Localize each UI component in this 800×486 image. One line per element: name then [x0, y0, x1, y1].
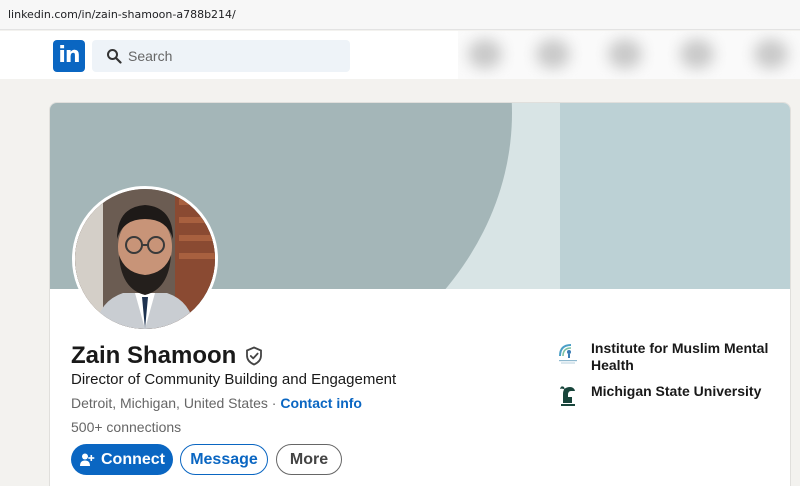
- current-company[interactable]: Institute for Muslim Mental Health: [555, 340, 781, 374]
- search-input[interactable]: [128, 40, 338, 72]
- message-button[interactable]: Message: [180, 444, 268, 475]
- connections-count[interactable]: 500+ connections: [71, 419, 181, 435]
- profile-headline: Director of Community Building and Engag…: [71, 371, 397, 388]
- spartan-helmet-icon: [555, 383, 581, 409]
- name-row: Zain Shamoon: [71, 342, 264, 370]
- institute-logo-icon: [555, 340, 581, 366]
- search-box[interactable]: [92, 40, 350, 72]
- profile-photo: [75, 189, 215, 329]
- verified-shield-icon[interactable]: [244, 346, 264, 366]
- avatar[interactable]: [72, 186, 218, 332]
- blurred-nav-icons: [458, 31, 800, 79]
- school-name: Michigan State University: [591, 383, 762, 399]
- search-icon: [107, 49, 122, 64]
- browser-address-bar[interactable]: linkedin.com/in/zain-shamoon-a788b214/: [0, 0, 800, 30]
- more-label: More: [289, 450, 329, 468]
- company-name: Institute for Muslim Mental Health: [591, 340, 769, 373]
- top-navigation: in: [0, 31, 800, 79]
- linkedin-logo[interactable]: in: [53, 40, 85, 72]
- more-button[interactable]: More: [276, 444, 342, 475]
- connect-label: Connect: [101, 450, 165, 468]
- location-separator: ·: [267, 395, 281, 411]
- profile-card: Zain Shamoon Director of Community Build…: [49, 102, 791, 486]
- connect-button[interactable]: Connect: [71, 444, 173, 475]
- education[interactable]: Michigan State University: [555, 383, 781, 409]
- contact-info-link[interactable]: Contact info: [280, 395, 362, 411]
- profile-location: Detroit, Michigan, United States: [71, 395, 268, 411]
- message-label: Message: [190, 450, 258, 468]
- profile-name: Zain Shamoon: [71, 342, 237, 369]
- location-row: Detroit, Michigan, United States · Conta…: [71, 395, 362, 411]
- url-text[interactable]: linkedin.com/in/zain-shamoon-a788b214/: [8, 8, 236, 21]
- add-person-icon: [80, 453, 95, 466]
